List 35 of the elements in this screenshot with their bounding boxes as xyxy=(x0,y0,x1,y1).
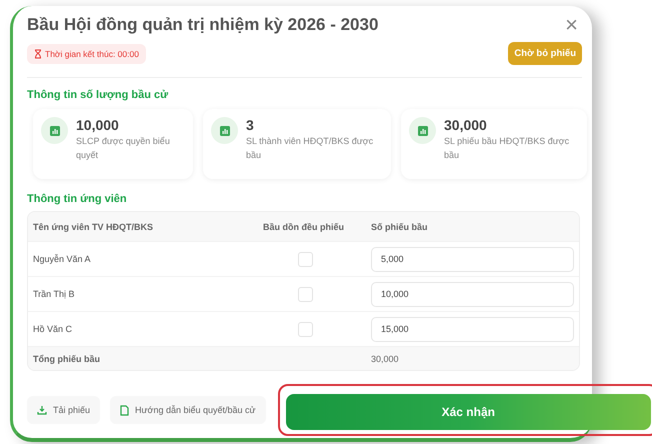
votes-input[interactable]: 10,000 xyxy=(371,282,574,306)
stat-label: SLCP được quyền biểu quyết xyxy=(76,135,171,162)
checkbox[interactable] xyxy=(298,286,313,302)
stat-value: 30,000 xyxy=(444,117,488,133)
guide-button[interactable]: Hướng dẫn biểu quyết/bầu cử xyxy=(110,396,266,424)
timer-text: Thời gian kết thúc: 00:00 xyxy=(45,48,139,58)
bar-chart-icon xyxy=(418,126,428,136)
bar-chart-icon xyxy=(220,126,230,136)
stat-value: 3 xyxy=(246,117,255,133)
checkbox[interactable] xyxy=(298,322,313,336)
document-icon xyxy=(120,404,130,416)
status-badge: Chờ bỏ phiếu xyxy=(508,42,582,65)
column-header: Tên ứng viên TV HĐQT/BKS xyxy=(33,222,154,232)
total-label: Tổng phiếu bầu xyxy=(33,354,101,364)
section-title: Thông tin số lượng bầu cử xyxy=(27,89,170,101)
candidate-name: Nguyễn Văn A xyxy=(33,254,92,264)
download-button[interactable]: Tải phiếu xyxy=(27,396,100,424)
total-value: 30,000 xyxy=(371,354,400,364)
bar-chart-icon xyxy=(50,126,60,136)
candidate-name: Trần Thị B xyxy=(33,289,76,299)
stat-value: 10,000 xyxy=(76,117,120,133)
candidate-name: Hồ Văn C xyxy=(33,324,74,334)
votes-input[interactable]: 5,000 xyxy=(371,246,574,272)
column-header: Bầu dồn đều phiếu xyxy=(262,222,345,232)
download-icon xyxy=(37,405,47,415)
stat-label: SL phiếu bầu HĐQT/BKS được bầu xyxy=(444,135,570,162)
close-button[interactable]: × xyxy=(561,14,582,36)
column-header: Số phiếu bầu xyxy=(371,222,429,232)
section-title: Thông tin ứng viên xyxy=(27,193,128,205)
confirm-button[interactable]: Xác nhận xyxy=(286,394,651,430)
votes-input[interactable]: 15,000 xyxy=(371,316,574,342)
hourglass-icon xyxy=(34,48,42,58)
dialog-title: Bầu Hội đồng quản trị nhiệm kỳ 2026 - 2030 xyxy=(27,15,378,35)
stat-label: SL thành viên HĐQT/BKS được bầu xyxy=(246,135,374,162)
checkbox[interactable] xyxy=(298,252,313,266)
